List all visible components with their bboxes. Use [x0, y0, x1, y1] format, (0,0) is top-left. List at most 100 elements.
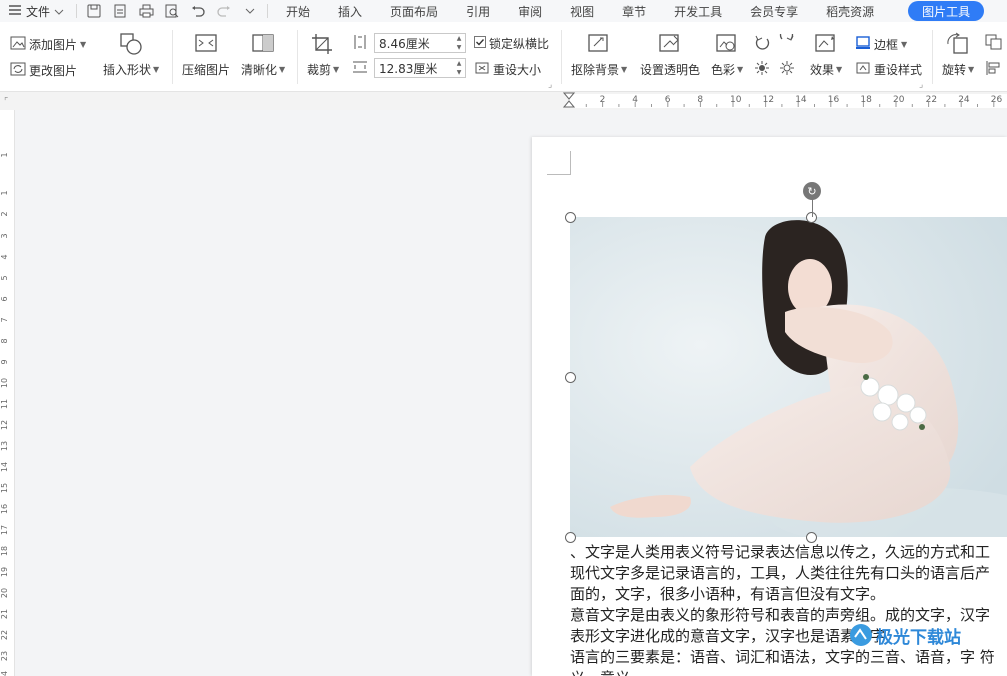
print-icon[interactable]	[133, 0, 159, 22]
rotate-handle-icon[interactable]: ↻	[803, 182, 821, 200]
ruler-label: 8	[0, 338, 9, 343]
effects-button[interactable]: 效果 ▼	[810, 32, 842, 78]
tab-review[interactable]: 审阅	[504, 0, 556, 22]
ruler-label: 21	[0, 609, 9, 619]
ruler-label: 12	[0, 420, 9, 430]
tab-view[interactable]: 视图	[556, 0, 608, 22]
align-icon[interactable]	[985, 60, 1003, 76]
ruler-label: 14	[795, 95, 807, 105]
resize-handle-top-left[interactable]	[565, 212, 576, 223]
width-value[interactable]: 12.83厘米	[379, 60, 453, 77]
ruler-label: 2	[0, 211, 9, 216]
height-icon	[352, 34, 368, 50]
ruler-label: 3	[0, 233, 9, 238]
height-value[interactable]: 8.46厘米	[379, 35, 453, 52]
save-icon[interactable]	[81, 0, 107, 22]
change-image-button[interactable]: 更改图片	[10, 62, 77, 79]
file-menu[interactable]: 文件	[0, 0, 72, 22]
tab-developer[interactable]: 开发工具	[660, 0, 736, 22]
dropdown-arrow-icon: ▼	[333, 65, 340, 74]
checkbox-checked-icon[interactable]	[474, 36, 486, 51]
ruler-label: 4	[632, 95, 638, 105]
set-transparent-button[interactable]: 设置透明色	[640, 32, 700, 78]
lock-ratio-checkbox[interactable]: 锁定纵横比	[474, 35, 549, 52]
ruler-label: 12	[763, 95, 774, 105]
customize-toolbar-icon[interactable]	[237, 0, 263, 22]
insert-shape-button[interactable]: 插入形状 ▼	[103, 32, 159, 78]
brightness-up-icon[interactable]	[754, 60, 770, 76]
ruler-label: 2	[600, 95, 606, 105]
crop-icon	[310, 32, 336, 59]
color-button[interactable]: 色彩 ▼	[711, 32, 743, 78]
width-icon	[352, 59, 368, 75]
tab-chapter[interactable]: 章节	[608, 0, 660, 22]
dropdown-arrow-icon: ▼	[621, 65, 628, 74]
ruler-label: 24	[958, 95, 970, 105]
document-body-text[interactable]: 、文字是人类用表义符号记录表达信息以传之，久远的方式和工 现代文字多是记录语言的…	[570, 542, 1007, 676]
text-line: 义、意义	[570, 668, 1007, 676]
compress-image-button[interactable]: 压缩图片	[182, 32, 230, 78]
group-launcher-icon[interactable]: ⌟	[548, 80, 552, 90]
chevron-up-icon[interactable]: ▲	[457, 60, 462, 67]
sharpen-icon	[250, 32, 276, 59]
rotate-left-icon[interactable]	[754, 34, 770, 50]
group-icon[interactable]	[985, 34, 1003, 50]
dropdown-arrow-icon: ▼	[968, 65, 975, 74]
site-watermark-logo: 极光下载站	[848, 622, 961, 648]
ruler-label: 15	[0, 483, 9, 493]
dropdown-arrow-icon: ▼	[737, 65, 744, 74]
separator	[297, 30, 298, 84]
dropdown-arrow-icon: ▼	[80, 40, 87, 49]
tab-references[interactable]: 引用	[452, 0, 504, 22]
ruler-label: 16	[828, 95, 840, 105]
ruler-label: 22	[926, 95, 937, 105]
tab-member[interactable]: 会员专享	[736, 0, 812, 22]
ribbon: 添加图片 ▼ 更改图片 插入形状 ▼ 压缩图片 清晰化 ▼ 裁剪 ▼ 8.46厘米 ▲…	[0, 22, 1007, 92]
ruler-label: 11	[0, 399, 9, 409]
crop-label: 裁剪	[307, 63, 332, 77]
print-preview-icon[interactable]	[159, 0, 185, 22]
ruler-label: 10	[0, 378, 9, 388]
height-stepper[interactable]: 8.46厘米 ▲ ▼	[374, 33, 466, 53]
reset-size-button[interactable]: 重设大小	[474, 61, 541, 78]
sharpen-button[interactable]: 清晰化 ▼	[241, 32, 285, 78]
shape-icon	[118, 32, 144, 59]
effects-label: 效果	[810, 63, 835, 77]
dropdown-arrow-icon: ▼	[836, 65, 843, 74]
redo-icon[interactable]	[211, 0, 237, 22]
dropdown-arrow-icon: ▼	[901, 40, 908, 49]
group-launcher-icon[interactable]: ⌟	[919, 80, 923, 90]
border-button[interactable]: 边框 ▼	[855, 36, 907, 53]
separator	[172, 30, 173, 84]
ruler-label: 10	[730, 95, 742, 105]
ruler-label: 7	[0, 317, 9, 322]
undo-icon[interactable]	[185, 0, 211, 22]
chevron-down-icon[interactable]: ▼	[457, 44, 462, 51]
selected-image[interactable]	[570, 217, 1007, 537]
tab-insert[interactable]: 插入	[324, 0, 376, 22]
resize-handle-left[interactable]	[565, 372, 576, 383]
ruler-label: 6	[0, 296, 9, 301]
add-image-icon	[10, 36, 26, 53]
vertical-ruler-ticks: 1123456789101112131415161718192021222324	[0, 152, 9, 676]
tab-home[interactable]: 开始	[272, 0, 324, 22]
ruler-label: 13	[0, 441, 9, 451]
vertical-ruler[interactable]: 1 1 2 3 4 5 6 7 8 9 10 11 12 13 14 15 16 17 18 19 20 21 22 23 24	[0, 110, 15, 676]
chevron-up-icon[interactable]: ▲	[457, 35, 462, 42]
brightness-down-icon[interactable]	[779, 60, 795, 76]
width-stepper[interactable]: 12.83厘米 ▲ ▼	[374, 58, 466, 78]
add-image-button[interactable]: 添加图片 ▼	[10, 36, 86, 53]
export-pdf-icon[interactable]	[107, 0, 133, 22]
rotate-button[interactable]: 旋转 ▼	[942, 32, 974, 78]
tab-docer[interactable]: 稻壳资源	[812, 0, 888, 22]
remove-background-button[interactable]: 抠除背景 ▼	[571, 32, 627, 78]
add-image-label: 添加图片	[29, 38, 78, 52]
tab-page-layout[interactable]: 页面布局	[376, 0, 452, 22]
tab-picture-tools[interactable]: 图片工具	[908, 1, 985, 21]
reset-style-button[interactable]: 重设样式	[855, 61, 922, 78]
ruler-label: 16	[0, 504, 9, 514]
crop-button[interactable]: 裁剪 ▼	[307, 32, 339, 78]
rotate-right-icon[interactable]	[779, 34, 795, 50]
chevron-down-icon[interactable]: ▼	[457, 69, 462, 76]
horizontal-ruler[interactable]: ⌜ 2 4 6 8 10 12 14 16 18 20 22 24 26	[0, 92, 1007, 110]
